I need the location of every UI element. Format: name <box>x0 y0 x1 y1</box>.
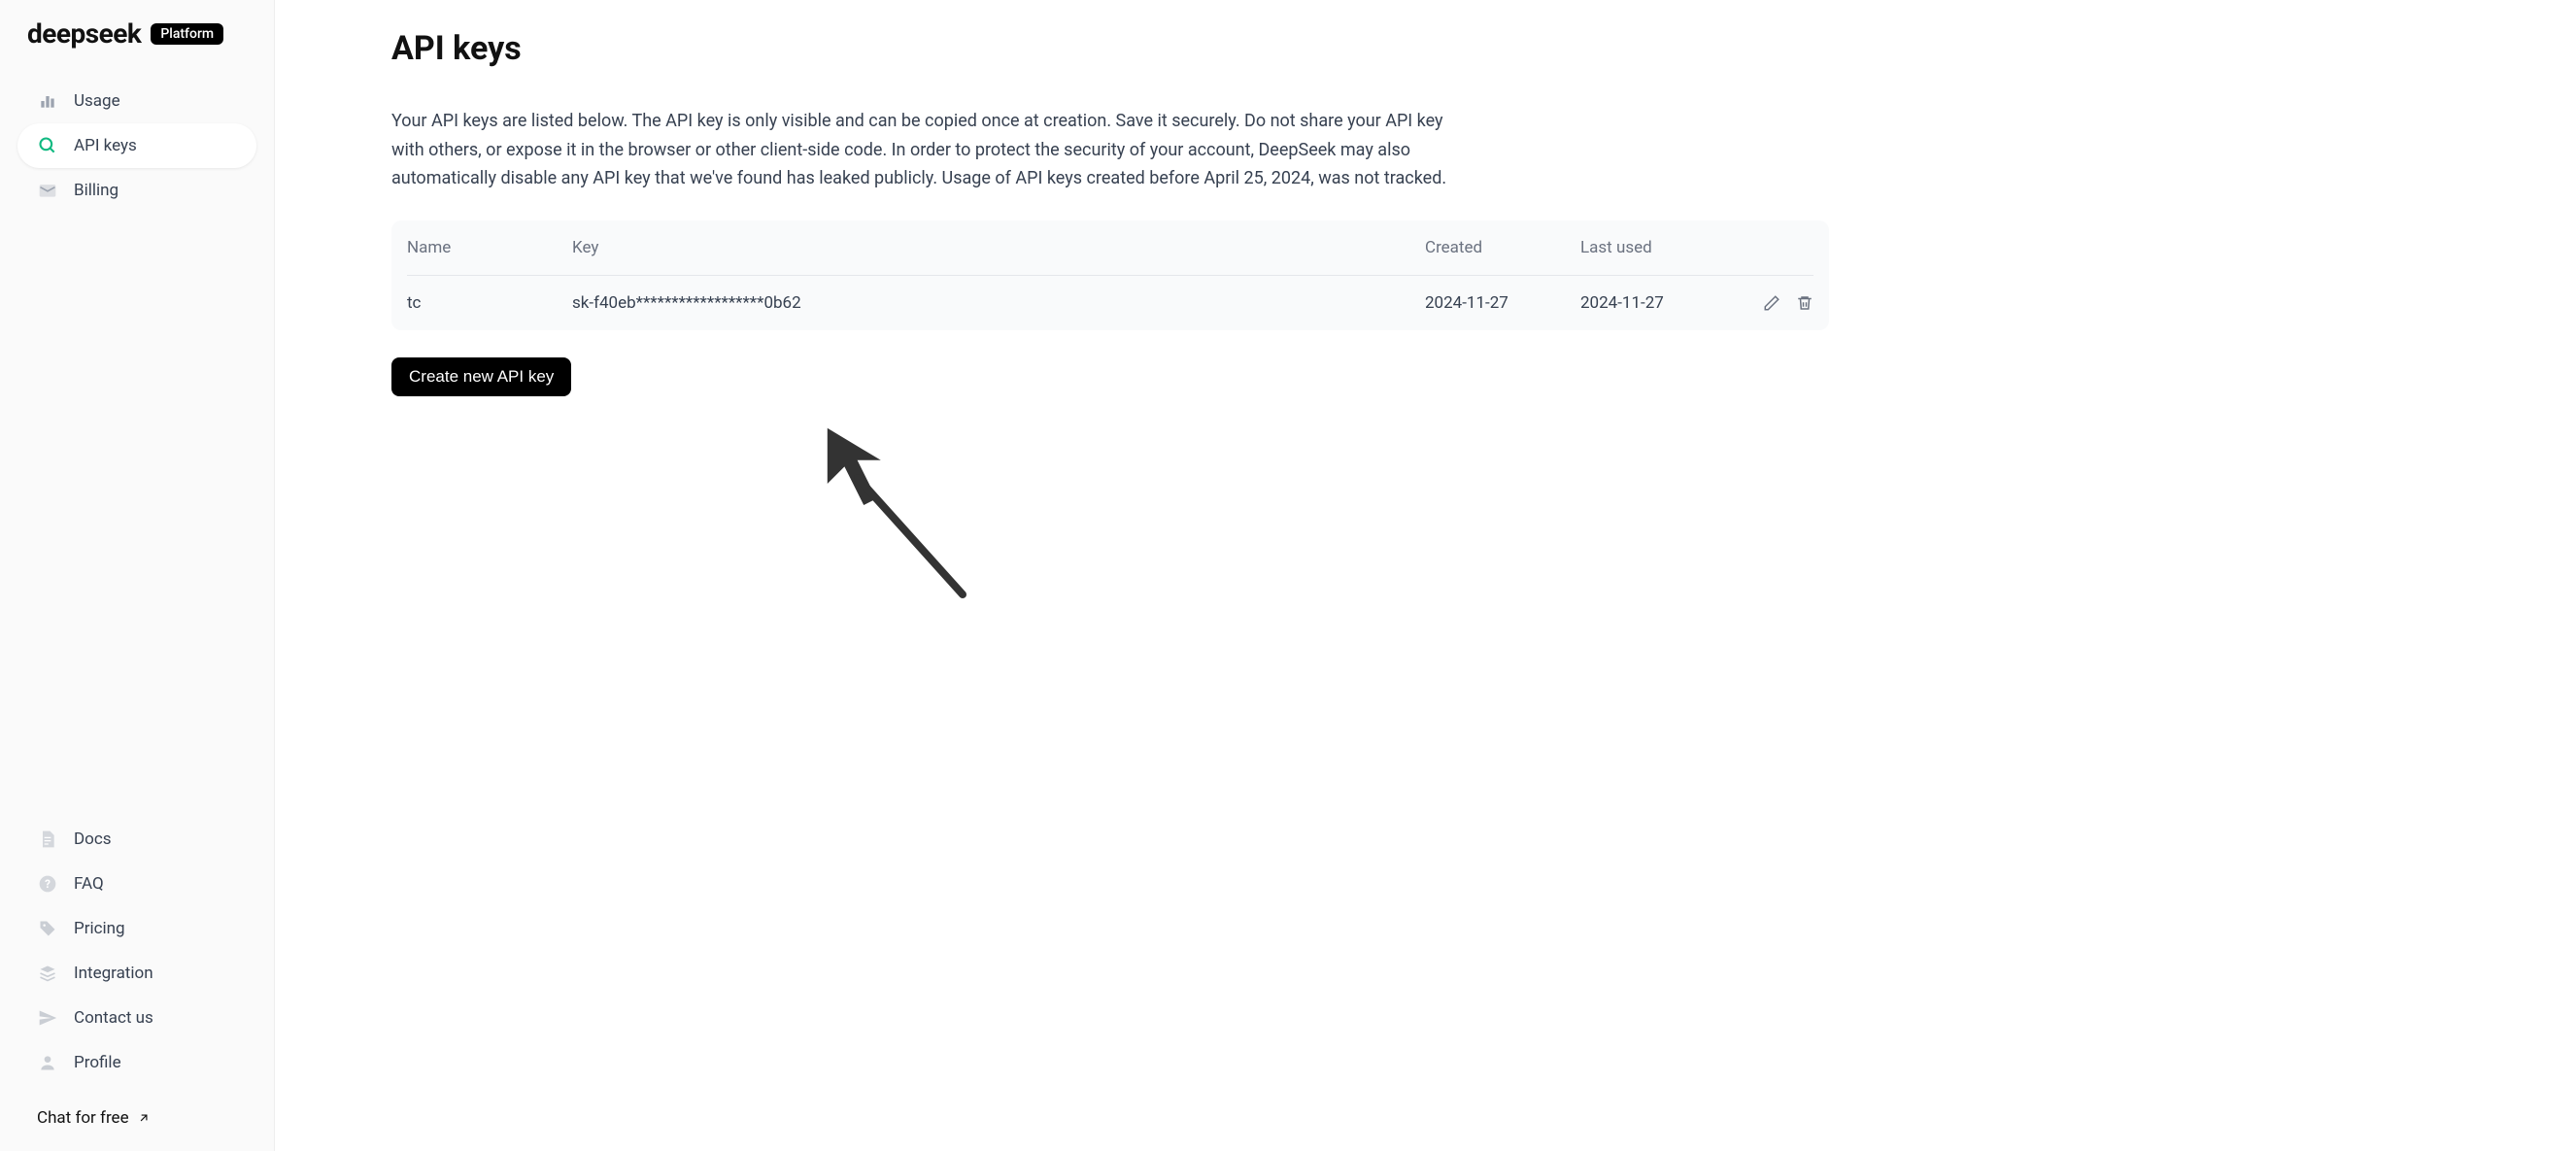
main-content: API keys Your API keys are listed below.… <box>275 0 1946 1151</box>
th-actions <box>1736 238 1813 257</box>
send-icon <box>37 1007 58 1029</box>
table-header: Name Key Created Last used <box>407 220 1813 276</box>
bar-chart-icon <box>37 90 58 112</box>
sidebar-item-label: API keys <box>74 136 137 155</box>
tag-icon <box>37 918 58 939</box>
external-link-icon <box>137 1111 151 1125</box>
sidebar-item-label: FAQ <box>74 874 104 894</box>
th-created: Created <box>1425 238 1580 257</box>
edit-icon[interactable] <box>1763 294 1780 312</box>
trash-icon[interactable] <box>1796 294 1813 312</box>
table-row: tc sk-f40eb******************0b62 2024-1… <box>407 276 1813 330</box>
sidebar-item-label: Profile <box>74 1053 121 1072</box>
cell-name: tc <box>407 293 572 313</box>
sidebar-item-label: Contact us <box>74 1008 153 1028</box>
chat-for-free-link[interactable]: Chat for free <box>0 1095 274 1141</box>
stack-icon <box>37 963 58 984</box>
api-keys-table: Name Key Created Last used tc sk-f40eb**… <box>391 220 1829 330</box>
th-key: Key <box>572 238 1425 257</box>
sidebar-item-label: Docs <box>74 829 112 849</box>
sidebar-item-profile[interactable]: Profile <box>17 1040 256 1085</box>
page-title: API keys <box>391 29 1829 68</box>
document-icon <box>37 829 58 850</box>
brand-badge: Platform <box>151 23 223 45</box>
primary-nav: Usage API keys Billing <box>0 69 274 222</box>
cell-key: sk-f40eb******************0b62 <box>572 293 1425 313</box>
cell-created: 2024-11-27 <box>1425 293 1580 313</box>
sidebar-item-label: Usage <box>74 91 120 111</box>
th-last-used: Last used <box>1580 238 1736 257</box>
create-api-key-button[interactable]: Create new API key <box>391 357 571 396</box>
page-description: Your API keys are listed below. The API … <box>391 107 1460 193</box>
sidebar-item-contact[interactable]: Contact us <box>17 996 256 1040</box>
cursor-arrow-annotation <box>819 420 974 604</box>
sidebar-item-api-keys[interactable]: API keys <box>17 123 256 168</box>
sidebar-item-label: Pricing <box>74 919 125 938</box>
sidebar-item-label: Billing <box>74 181 119 200</box>
question-icon: ? <box>37 873 58 895</box>
sidebar-item-docs[interactable]: Docs <box>17 817 256 862</box>
sidebar: deepseek Platform Usage API keys Billing <box>0 0 275 1151</box>
search-icon <box>37 135 58 156</box>
sidebar-item-pricing[interactable]: Pricing <box>17 906 256 951</box>
chat-free-label: Chat for free <box>37 1108 129 1128</box>
th-name: Name <box>407 238 572 257</box>
svg-text:?: ? <box>45 877 51 891</box>
sidebar-item-usage[interactable]: Usage <box>17 79 256 123</box>
brand-logo[interactable]: deepseek Platform <box>0 10 274 69</box>
cell-last-used: 2024-11-27 <box>1580 293 1736 313</box>
mail-icon <box>37 180 58 201</box>
brand-name: deepseek <box>27 17 141 50</box>
sidebar-item-faq[interactable]: ? FAQ <box>17 862 256 906</box>
secondary-nav: Docs ? FAQ Pricing Integration Contact u… <box>0 817 274 1095</box>
user-icon <box>37 1052 58 1073</box>
sidebar-item-integration[interactable]: Integration <box>17 951 256 996</box>
sidebar-item-billing[interactable]: Billing <box>17 168 256 213</box>
sidebar-item-label: Integration <box>74 964 153 983</box>
